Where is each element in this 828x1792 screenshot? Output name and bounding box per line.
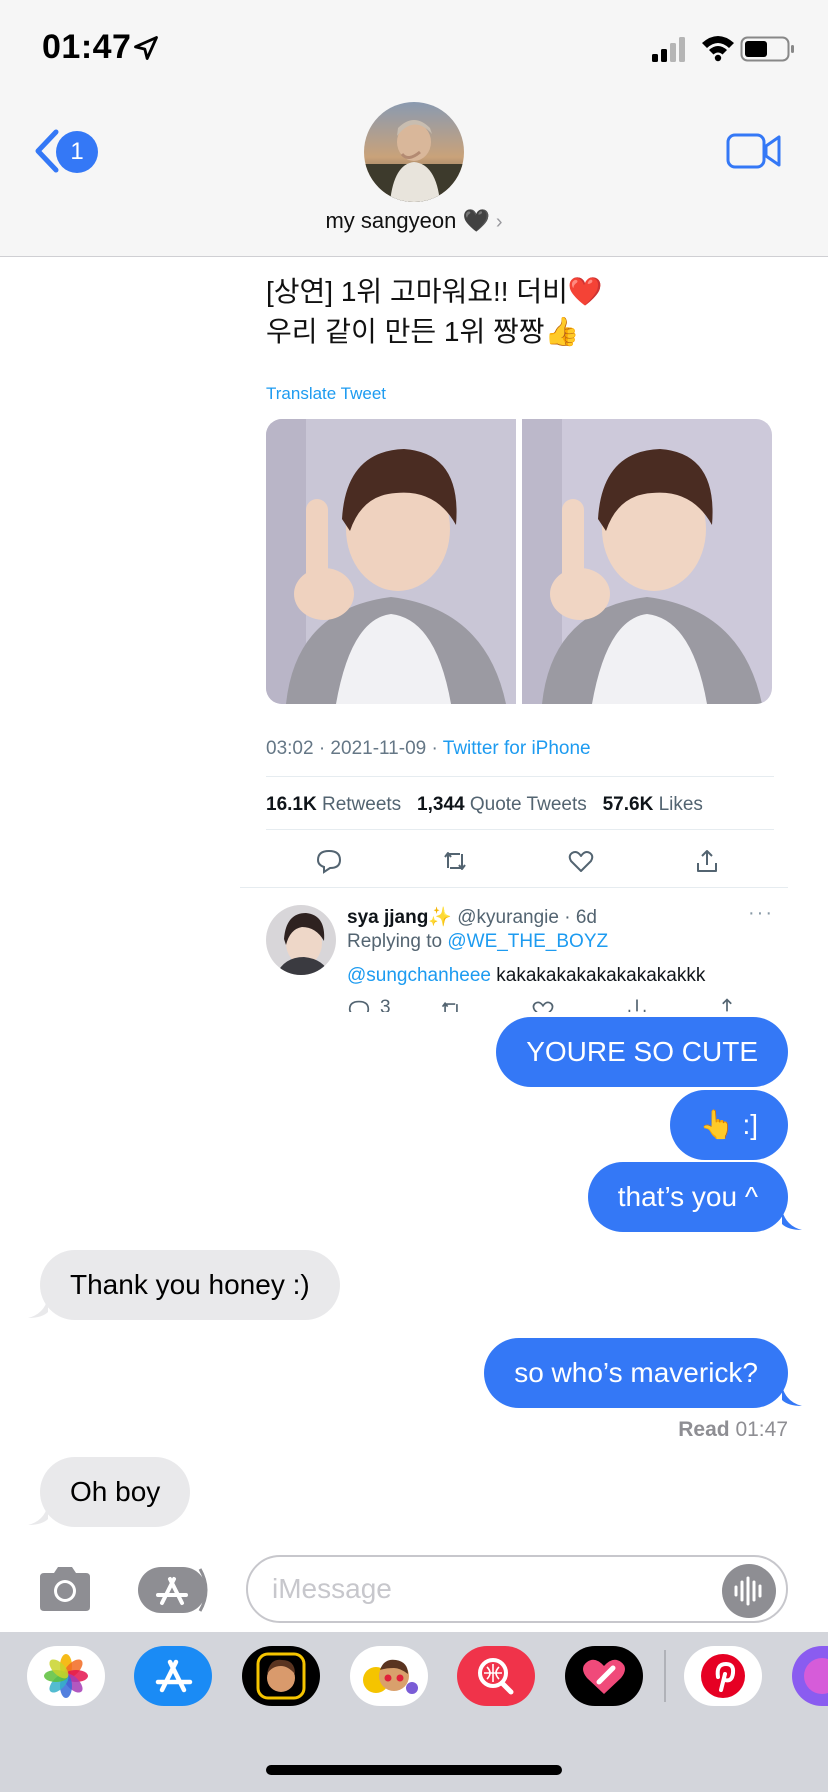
images-search-icon [478, 1658, 514, 1695]
appstore-icon [155, 1659, 193, 1693]
animoji-app[interactable] [350, 1646, 428, 1706]
divider [266, 776, 774, 777]
chevron-right-icon: › [495, 211, 503, 233]
reply-actions-clipped: 3 [340, 995, 780, 1012]
more-options-icon[interactable]: ··· [748, 902, 774, 925]
tweet-stats: 16.1K Retweets 1,344 Quote Tweets 57.6K … [266, 794, 703, 816]
reply-author-avatar[interactable] [266, 905, 336, 975]
incoming-message-bubble[interactable]: Oh boy [40, 1457, 191, 1527]
reply-body: @sungchanheee kakakakakakakakakakkk [347, 965, 705, 987]
cellular-signal-icon [652, 37, 685, 62]
retweet-icon [441, 1001, 458, 1012]
divider [240, 887, 788, 888]
read-time: 01:47 [729, 1418, 788, 1441]
divider [266, 829, 774, 830]
back-unread-badge[interactable]: 1 [56, 131, 98, 173]
quotes-label[interactable]: Quote Tweets [465, 794, 587, 815]
reply-icon[interactable] [316, 848, 342, 874]
outgoing-message-bubble[interactable]: that’s you ^ [587, 1162, 788, 1232]
photos-icon [44, 1654, 88, 1698]
tweet-timestamp: 03:02 · 2021-11-09 · [266, 738, 443, 759]
reply-mention[interactable]: @sungchanheee [347, 965, 491, 986]
bubble-tail [782, 1210, 802, 1230]
reply-header: sya jjang✨ @kyurangie · 6d [347, 905, 597, 929]
reply-count: 3 [380, 997, 391, 1012]
read-receipt: Read 01:47 [678, 1418, 788, 1442]
share-icon [628, 999, 646, 1012]
share-icon [722, 998, 732, 1012]
status-time: 01:47 [42, 28, 132, 66]
animoji-icon [363, 1659, 418, 1694]
contact-avatar[interactable] [364, 102, 464, 202]
facetime-video-icon[interactable] [726, 132, 782, 170]
replying-prefix: Replying to [347, 931, 448, 952]
like-icon[interactable] [568, 848, 594, 874]
images-search-app[interactable] [457, 1646, 535, 1706]
reply-author-name[interactable]: sya jjang✨ [347, 907, 452, 928]
reply-author-handle: @kyurangie · 6d [451, 907, 597, 928]
camera-icon[interactable] [36, 1565, 94, 1613]
digital-touch-icon [583, 1659, 625, 1694]
reply-body-text: kakakakakakakakakakkk [490, 965, 706, 986]
tweet-photo[interactable] [522, 419, 772, 704]
app-store-drawer-icon[interactable] [138, 1565, 214, 1615]
incoming-message-bubble[interactable]: Thank you honey :) [40, 1250, 340, 1320]
imessage-placeholder: iMessage [272, 1573, 392, 1604]
digital-touch-app[interactable] [565, 1646, 643, 1706]
quotes-count: 1,344 [417, 794, 465, 815]
battery-icon [740, 36, 794, 62]
contact-name: my sangyeon 🖤 [325, 208, 490, 233]
appstore-app[interactable] [134, 1646, 212, 1706]
tweet-text-line: 우리 같이 만든 1위 짱짱👍 [266, 316, 580, 347]
pinterest-icon [701, 1654, 745, 1698]
outgoing-message-bubble[interactable]: 👆 :] [669, 1090, 788, 1160]
memoji-icon [256, 1652, 306, 1700]
bubble-tail [28, 1298, 48, 1318]
tweet-photo[interactable] [266, 419, 516, 704]
photos-app[interactable] [27, 1646, 105, 1706]
read-label: Read [678, 1418, 730, 1441]
likes-count: 57.6K [602, 794, 654, 815]
bubble-tail [28, 1505, 48, 1525]
home-indicator [266, 1765, 562, 1775]
replying-to: Replying to @WE_THE_BOYZ [347, 931, 608, 953]
replying-to-link[interactable]: @WE_THE_BOYZ [447, 931, 608, 952]
likes-label[interactable]: Likes [653, 794, 703, 815]
memoji-app[interactable] [242, 1646, 320, 1706]
pinterest-app[interactable] [684, 1646, 762, 1706]
audio-message-button[interactable] [722, 1564, 776, 1618]
waveform-icon [734, 1576, 762, 1606]
retweets-label[interactable]: Retweets [317, 794, 401, 815]
like-icon [532, 1001, 554, 1012]
outgoing-message-bubble[interactable]: YOURE SO CUTE [496, 1017, 788, 1087]
tweet-source-link[interactable]: Twitter for iPhone [443, 738, 591, 759]
wifi-icon [702, 36, 734, 62]
share-icon[interactable] [694, 848, 720, 874]
reply-icon [348, 1000, 370, 1012]
bubble-tail [782, 1386, 802, 1406]
retweets-count: 16.1K [266, 794, 317, 815]
outgoing-message-bubble[interactable]: so who’s maverick? [484, 1338, 788, 1408]
translate-tweet-link[interactable]: Translate Tweet [266, 384, 386, 404]
tweet-text: [상연] 1위 고마워요!! 더비❤️ 우리 같이 만든 1위 짱짱👍 [266, 272, 603, 352]
location-arrow-icon [134, 36, 158, 60]
drawer-separator [664, 1650, 666, 1702]
tweet-meta: 03:02 · 2021-11-09 · Twitter for iPhone [266, 738, 591, 760]
retweet-icon[interactable] [442, 848, 468, 874]
contact-name-row[interactable]: my sangyeon 🖤 › [0, 208, 828, 234]
tweet-text-line: [상연] 1위 고마워요!! 더비❤️ [266, 276, 603, 307]
